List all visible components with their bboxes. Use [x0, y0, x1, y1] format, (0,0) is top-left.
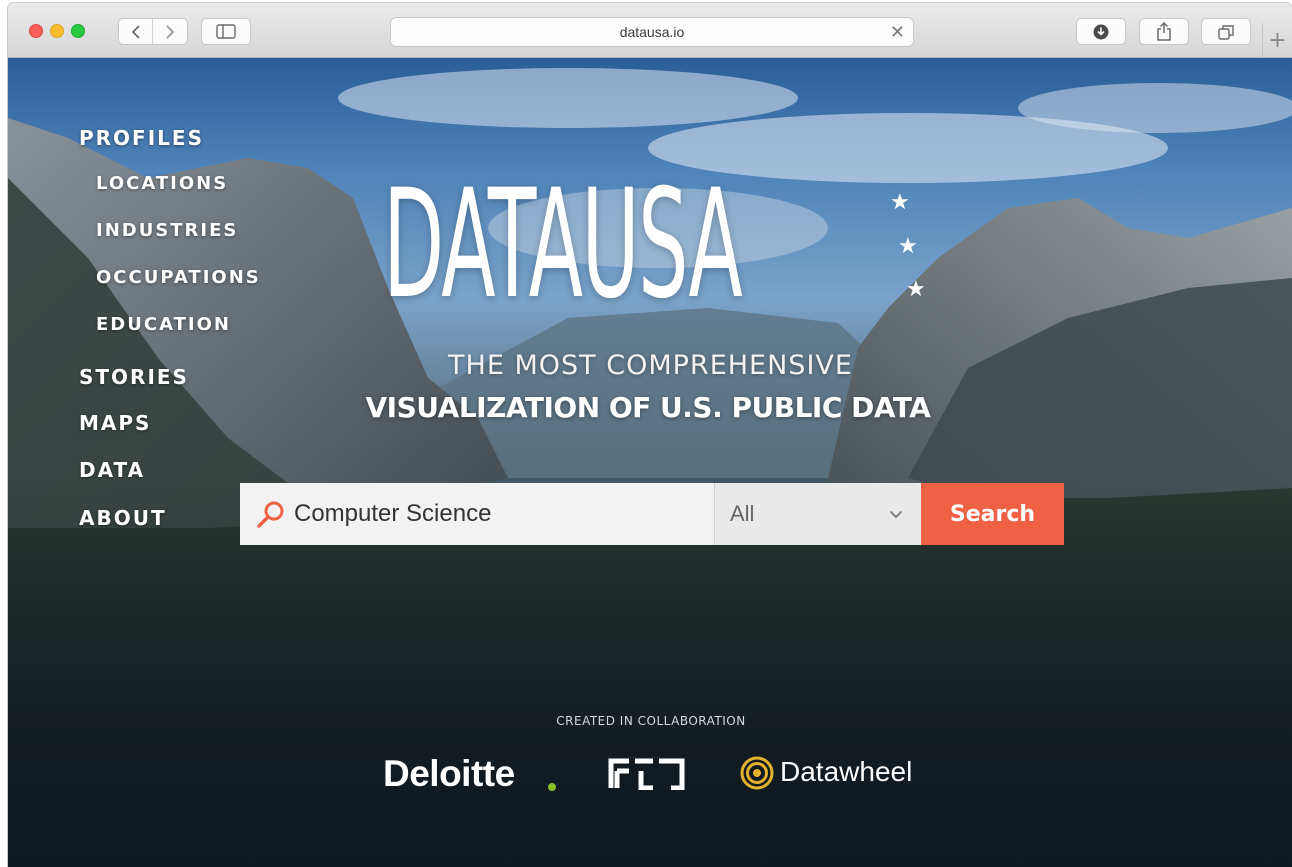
tagline-line2: VISUALIZATION OF U.S. PUBLIC DATA [365, 391, 931, 424]
search-bar: All Search [240, 483, 1064, 545]
browser-toolbar: datausa.io ✕ + [8, 3, 1292, 58]
back-button[interactable] [119, 19, 154, 44]
collaboration-label: CREATED IN COLLABORATION [556, 714, 746, 728]
star-icon: ★ [890, 190, 910, 215]
datawheel-icon[interactable] [740, 756, 774, 790]
close-window-button[interactable] [29, 24, 43, 38]
deloitte-dot [548, 783, 556, 791]
forward-button[interactable] [153, 19, 187, 44]
download-icon [1093, 24, 1109, 39]
share-icon [1157, 22, 1171, 41]
datausa-logo[interactable]: DATAUSA ★ ★ ★ [383, 158, 926, 332]
search-input[interactable] [294, 500, 714, 528]
history-nav [118, 18, 188, 45]
datawheel-logo[interactable]: Datawheel [780, 756, 912, 788]
address-bar[interactable]: datausa.io ✕ [390, 17, 914, 47]
nav-education[interactable]: EDUCATION [96, 314, 231, 335]
minimize-window-button[interactable] [50, 24, 64, 38]
nav-maps[interactable]: MAPS [79, 411, 151, 435]
category-select-value: All [730, 501, 755, 526]
logo-wordmark: DATAUSA [383, 158, 743, 332]
close-icon[interactable]: ✕ [890, 22, 905, 43]
search-button[interactable]: Search [921, 483, 1064, 545]
tagline-line1: THE MOST COMPREHENSIVE [448, 350, 853, 381]
nav-occupations[interactable]: OCCUPATIONS [96, 267, 261, 288]
chevron-down-icon [889, 510, 903, 518]
ecl-logo[interactable] [608, 758, 686, 790]
nav-industries[interactable]: INDUSTRIES [96, 220, 238, 241]
datausa-homepage: PROFILES LOCATIONS INDUSTRIES OCCUPATION… [8, 58, 1292, 867]
show-tabs-button[interactable] [1201, 18, 1251, 45]
nav-profiles[interactable]: PROFILES [79, 126, 204, 150]
deloitte-logo[interactable]: Deloitte [383, 753, 515, 795]
url-text: datausa.io [619, 24, 685, 40]
sidebar-toggle-button[interactable] [201, 18, 251, 45]
chevron-right-icon [166, 24, 175, 39]
tabs-icon [1218, 24, 1234, 40]
category-select[interactable]: All [714, 483, 921, 545]
nav-locations[interactable]: LOCATIONS [96, 173, 228, 194]
nav-data[interactable]: DATA [79, 458, 145, 482]
partner-logos: Deloitte Datawheel [383, 746, 923, 798]
chevron-left-icon [131, 24, 140, 39]
search-field[interactable] [240, 483, 714, 545]
zoom-window-button[interactable] [71, 24, 85, 38]
nav-stories[interactable]: STORIES [79, 365, 189, 389]
star-icon: ★ [906, 277, 926, 302]
search-icon [257, 501, 284, 528]
sidebar-icon [216, 24, 236, 39]
star-icon: ★ [898, 234, 918, 259]
browser-window: datausa.io ✕ + PROFILES LOCATIONS INDUST… [8, 3, 1292, 867]
nav-about[interactable]: ABOUT [79, 506, 167, 530]
plus-icon[interactable]: + [1262, 23, 1292, 58]
downloads-button[interactable] [1076, 18, 1126, 45]
share-button[interactable] [1139, 18, 1189, 45]
